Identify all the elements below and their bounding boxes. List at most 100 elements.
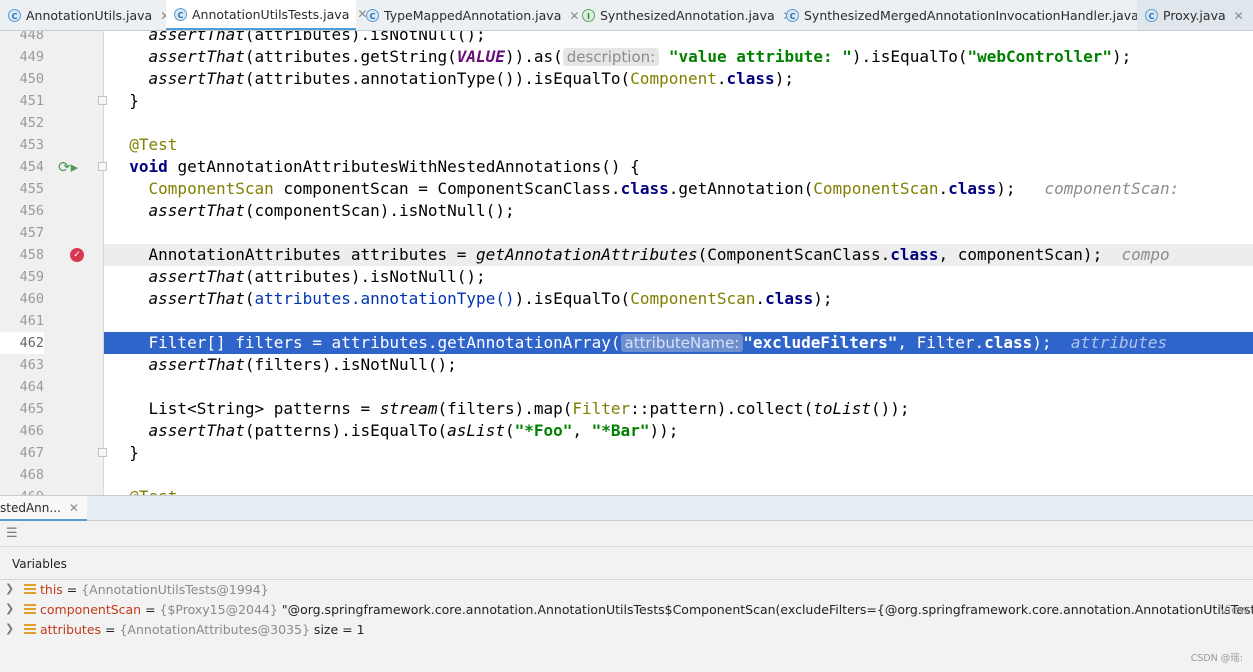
variable-text: attributes = {AnnotationAttributes@3035}…	[40, 622, 365, 637]
line-number: 463	[19, 357, 44, 373]
code-line[interactable]: 454 ⟳▸ void getAnnotationAttributesWithN…	[0, 156, 1253, 178]
code-line[interactable]: 452	[0, 112, 1253, 134]
variables-title: Variables	[12, 557, 67, 571]
parameter-hint: description:	[562, 48, 660, 66]
line-number: 451	[19, 93, 44, 109]
inline-debug-value: componentScan:	[1044, 179, 1180, 198]
line-number: 461	[19, 313, 44, 329]
line-number: 454	[19, 159, 44, 175]
tab-label: TypeMappedAnnotation.java	[384, 8, 562, 23]
fold-icon[interactable]	[98, 96, 107, 105]
class-icon: C	[8, 9, 21, 22]
code-line[interactable]: 461	[0, 310, 1253, 332]
code-line[interactable]: 469 @Test	[0, 486, 1253, 495]
code-text: }	[129, 443, 139, 462]
field-icon	[24, 584, 36, 595]
code-line[interactable]: 453 @Test	[0, 134, 1253, 156]
code-line[interactable]: 463 assertThat(filters).isNotNull();	[0, 354, 1253, 376]
tab-annotation-utils-tests[interactable]: C AnnotationUtilsTests.java ✕	[166, 0, 367, 30]
code-line[interactable]: 455 ComponentScan componentScan = Compon…	[0, 178, 1253, 200]
close-icon[interactable]: ✕	[1234, 9, 1244, 23]
tab-label: AnnotationUtils.java	[26, 8, 153, 23]
expand-arrow-icon[interactable]: ❯	[5, 602, 14, 615]
tab-type-mapped-annotation[interactable]: C TypeMappedAnnotation.java ✕	[358, 0, 579, 30]
fold-icon[interactable]	[98, 162, 107, 171]
variable-row[interactable]: ❯ componentScan = {$Proxy15@2044} "@org.…	[0, 600, 1253, 620]
code-line[interactable]: 457	[0, 222, 1253, 244]
class-icon: C	[1145, 9, 1158, 22]
code-line-selected[interactable]: 462 Filter[] filters = attributes.getAnn…	[0, 332, 1253, 354]
code-text: }	[129, 91, 139, 110]
code-line[interactable]: 467 }	[0, 442, 1253, 464]
debug-session-tab[interactable]: stedAnn... ✕	[0, 496, 87, 521]
tab-label: Proxy.java	[1163, 8, 1226, 23]
view-link[interactable]: View	[1219, 602, 1249, 617]
inline-debug-value: attributes	[1070, 333, 1168, 352]
code-text: void getAnnotationAttributesWithNestedAn…	[129, 157, 640, 176]
variables-header: Variables	[0, 548, 1253, 580]
code-line[interactable]: 464	[0, 376, 1253, 398]
class-icon: C	[786, 9, 799, 22]
code-text: AnnotationAttributes attributes = getAnn…	[148, 245, 1170, 264]
variable-text: this = {AnnotationUtilsTests@1994}	[40, 582, 269, 597]
code-text: @Test	[129, 135, 178, 154]
breakpoint-icon[interactable]: ✓	[70, 248, 84, 262]
debug-session-label: stedAnn...	[0, 500, 61, 515]
code-line[interactable]: 451 }	[0, 90, 1253, 112]
code-text: assertThat(attributes.annotationType()).…	[148, 69, 794, 88]
code-text: ComponentScan componentScan = ComponentS…	[148, 179, 1180, 198]
code-line[interactable]: 465 List<String> patterns = stream(filte…	[0, 398, 1253, 420]
code-line[interactable]: 450 assertThat(attributes.annotationType…	[0, 68, 1253, 90]
code-text: @Test	[110, 486, 177, 495]
field-icon	[24, 604, 36, 615]
line-number: 458	[19, 247, 44, 263]
line-number: 449	[19, 49, 44, 65]
code-line[interactable]: 460 assertThat(attributes.annotationType…	[0, 288, 1253, 310]
line-number: 464	[19, 379, 44, 395]
code-line[interactable]: 448 assertThat(attributes).isNotNull();	[0, 31, 1253, 46]
code-line[interactable]: 459 assertThat(attributes).isNotNull();	[0, 266, 1253, 288]
line-number: 450	[19, 71, 44, 87]
line-number: 456	[19, 203, 44, 219]
inline-debug-value: compo	[1121, 245, 1170, 264]
line-number: 462	[0, 332, 44, 354]
code-text: assertThat(componentScan).isNotNull();	[148, 201, 515, 220]
class-icon: C	[174, 7, 187, 21]
run-test-icon[interactable]: ⟳▸	[58, 159, 78, 175]
expand-arrow-icon[interactable]: ❯	[5, 582, 14, 595]
close-icon[interactable]: ✕	[69, 501, 79, 515]
line-number: 455	[19, 181, 44, 197]
line-number: 467	[19, 445, 44, 461]
field-icon	[24, 624, 36, 635]
code-line[interactable]: 466 assertThat(patterns).isEqualTo(asLis…	[0, 420, 1253, 442]
code-line[interactable]: 449 assertThat(attributes.getString(VALU…	[0, 46, 1253, 68]
tab-annotation-utils[interactable]: C AnnotationUtils.java ✕	[0, 0, 170, 30]
layout-settings-icon[interactable]: ☰	[6, 526, 18, 541]
line-number: 466	[19, 423, 44, 439]
code-line-caret[interactable]: 458 ✓ AnnotationAttributes attributes = …	[0, 244, 1253, 266]
tab-synthesized-merged-annotation-invocation-handler[interactable]: C SynthesizedMergedAnnotationInvocationH…	[778, 0, 1157, 30]
line-number: 468	[19, 467, 44, 483]
debug-panel: stedAnn... ✕ ☰ Variables ❯ this = {Annot…	[0, 495, 1253, 672]
code-editor[interactable]: 448 assertThat(attributes).isNotNull(); …	[0, 31, 1253, 495]
tab-label: AnnotationUtilsTests.java	[192, 6, 350, 22]
line-number: 459	[19, 269, 44, 285]
tab-label: SynthesizedAnnotation.java	[600, 8, 775, 23]
code-text: assertThat(filters).isNotNull();	[148, 355, 457, 374]
tab-synthesized-annotation[interactable]: I SynthesizedAnnotation.java ✕	[574, 0, 793, 30]
line-number: 465	[19, 401, 44, 417]
expand-arrow-icon[interactable]: ❯	[5, 622, 14, 635]
line-number: 453	[19, 137, 44, 153]
fold-icon[interactable]	[98, 448, 107, 457]
code-text: assertThat(attributes.getString(VALUE)).…	[148, 47, 1132, 66]
debug-toolbar: ☰	[0, 521, 1253, 547]
code-line[interactable]: 456 assertThat(componentScan).isNotNull(…	[0, 200, 1253, 222]
code-line[interactable]: 468	[0, 464, 1253, 486]
watermark: CSDN @瑶:	[1190, 653, 1243, 664]
variable-row[interactable]: ❯ attributes = {AnnotationAttributes@303…	[0, 620, 1253, 640]
line-number: 452	[19, 115, 44, 131]
interface-icon: I	[582, 9, 595, 22]
code-text: List<String> patterns = stream(filters).…	[148, 399, 910, 418]
variable-row[interactable]: ❯ this = {AnnotationUtilsTests@1994}	[0, 580, 1253, 600]
tab-proxy[interactable]: C Proxy.java ✕	[1137, 0, 1253, 30]
